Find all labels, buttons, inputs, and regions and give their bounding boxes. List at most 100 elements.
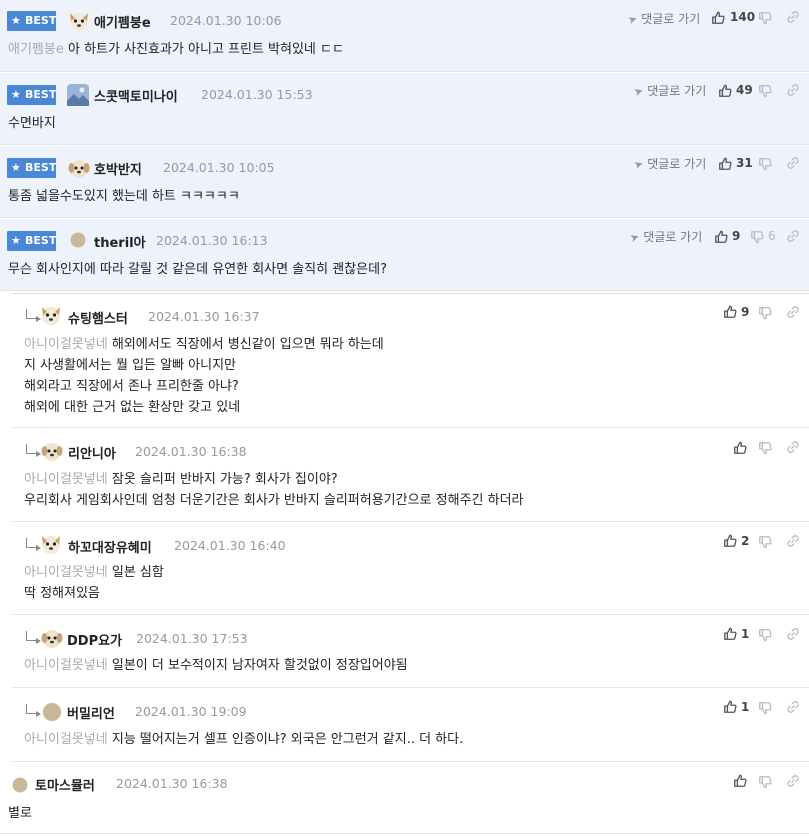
thumb-down-icon[interactable] xyxy=(758,441,772,455)
link-icon[interactable] xyxy=(786,774,800,788)
goto-comment-link[interactable]: ➤ 댓글로 가기 xyxy=(628,228,702,246)
thumb-down-icon[interactable] xyxy=(758,157,772,171)
thumb-up-icon[interactable] xyxy=(718,84,732,98)
comment-nickname[interactable]: theril아 xyxy=(94,232,146,251)
comment-nickname[interactable]: 슈팅햄스터 xyxy=(68,308,128,327)
thumb-down-icon[interactable] xyxy=(758,84,772,98)
comment-nickname[interactable]: 버밀리언 xyxy=(67,703,115,722)
star-icon: ★ xyxy=(11,234,21,247)
star-icon: ★ xyxy=(11,161,21,174)
reply-arrow-icon xyxy=(26,444,41,457)
comment-nickname[interactable]: 토마스뮬러 xyxy=(35,775,95,794)
star-icon: ★ xyxy=(11,88,21,101)
thumb-down-icon[interactable] xyxy=(758,775,772,789)
comment-line: 아니이걸못넣네 지능 떨어지는거 셀프 인증이냐? 외국은 안그런거 같지.. … xyxy=(24,732,464,747)
like-count: 31 xyxy=(736,156,753,170)
best-comment: ★ BEST 애기펨붕e 2024.01.30 10:06 ➤ 댓글로 가기 140… xyxy=(0,0,809,72)
goto-comment-link[interactable]: ➤ 댓글로 가기 xyxy=(632,82,706,99)
avatar[interactable] xyxy=(40,626,64,650)
best-badge: ★ BEST xyxy=(7,11,56,31)
thumb-up-icon[interactable] xyxy=(723,700,737,714)
reply-comment: 하꼬대장유혜미 2024.01.30 16:40 2 아니이걸못넣네 일본 심함… xyxy=(12,523,809,615)
divider xyxy=(0,833,809,834)
link-icon[interactable] xyxy=(786,83,800,97)
link-icon[interactable] xyxy=(786,700,800,714)
thumb-up-icon[interactable] xyxy=(733,441,747,455)
link-icon[interactable] xyxy=(786,534,800,548)
link-icon[interactable] xyxy=(786,627,800,641)
comment-line: 아니이걸못넣네 일본이 더 보수적이지 남자여자 할것없이 정장입어야됨 xyxy=(24,658,408,673)
comment-nickname[interactable]: 하꼬대장유혜미 xyxy=(68,537,152,556)
comment-content: 애기펨붕e 아 하트가 사진효과가 아니고 프린트 박혀있네 ㄷㄷ xyxy=(8,42,344,57)
reply-comment: DDP요가 2024.01.30 17:53 1 아니이걸못넣네 일본이 더 보… xyxy=(12,616,809,688)
link-icon[interactable] xyxy=(786,440,800,454)
comment-content: 아니이걸못넣네 해외에서도 직장에서 병신같이 입으면 뭐라 하는데 지 사생활… xyxy=(24,334,384,418)
mention[interactable]: 아니이걸못넣네 xyxy=(24,337,108,352)
comment-content: 수면바지 xyxy=(8,116,56,131)
comment-time: 2024.01.30 10:05 xyxy=(163,160,275,175)
comment-nickname[interactable]: 스콧맥토미나이 xyxy=(94,86,178,105)
goto-comment-link[interactable]: ➤ 댓글로 가기 xyxy=(626,10,700,27)
best-comment: ★ BEST 호박반지 2024.01.30 10:05 ➤ 댓글로 가기 31 통… xyxy=(0,146,809,218)
thumb-down-icon[interactable] xyxy=(750,230,764,244)
goto-comment-link[interactable]: ➤ 댓글로 가기 xyxy=(632,155,706,172)
avatar[interactable] xyxy=(69,231,87,249)
reply-comment: 슈팅햄스터 2024.01.30 16:37 9 아니이걸못넣네 해외에서도 직… xyxy=(12,294,809,428)
like-count: 9 xyxy=(732,229,741,243)
reply-comment: 버밀리언 2024.01.30 19:09 1 아니이걸못넣네 지능 떨어지는거… xyxy=(12,689,809,762)
avatar[interactable] xyxy=(40,439,64,463)
thumb-up-icon[interactable] xyxy=(714,230,728,244)
reply-comment: 리안니아 2024.01.30 16:38 아니이걸못넣네 잠옷 슬리퍼 반바지… xyxy=(12,429,809,522)
comment-nickname[interactable]: 리안니아 xyxy=(68,443,116,462)
avatar[interactable] xyxy=(11,776,29,794)
comment-line: 해외라고 직장에서 존나 프리한줄 아냐? xyxy=(24,379,239,394)
thumb-up-icon[interactable] xyxy=(723,627,737,641)
avatar[interactable] xyxy=(67,156,91,180)
thumb-down-icon[interactable] xyxy=(758,701,772,715)
comment-content: 아니이걸못넣네 지능 떨어지는거 셀프 인증이냐? 외국은 안그런거 같지.. … xyxy=(24,729,463,750)
comment-line: 지 사생활에서는 뭘 입든 알빠 아니지만 xyxy=(24,358,237,373)
link-icon[interactable] xyxy=(786,229,800,243)
thumb-down-icon[interactable] xyxy=(758,535,772,549)
reply-arrow-icon xyxy=(26,538,41,551)
thumb-up-icon[interactable] xyxy=(711,11,725,25)
thumb-up-icon[interactable] xyxy=(718,157,732,171)
comment-time: 2024.01.30 19:09 xyxy=(135,704,247,719)
comment-line: 아니이걸못넣네 해외에서도 직장에서 병신같이 입으면 뭐라 하는데 xyxy=(24,337,384,352)
mention[interactable]: 아니이걸못넣네 xyxy=(24,565,108,580)
send-arrow-icon: ➤ xyxy=(628,229,642,246)
mention[interactable]: 애기펨붕e xyxy=(8,42,64,57)
comment-time: 2024.01.30 17:53 xyxy=(136,631,248,646)
link-icon[interactable] xyxy=(786,156,800,170)
avatar[interactable] xyxy=(67,9,91,33)
thumb-down-icon[interactable] xyxy=(758,11,772,25)
mention[interactable]: 아니이걸못넣네 xyxy=(24,472,108,487)
avatar[interactable] xyxy=(39,303,63,327)
thumb-up-icon[interactable] xyxy=(723,534,737,548)
thumb-up-icon[interactable] xyxy=(733,774,747,788)
comment-time: 2024.01.30 16:38 xyxy=(135,444,247,459)
dislike-count: 6 xyxy=(768,229,776,243)
like-count: 49 xyxy=(736,83,753,97)
best-badge: ★ BEST xyxy=(7,231,56,251)
comment-content: 무슨 회사인지에 따라 갈릴 것 같은데 유연한 회사면 솔직히 괜찮은데? xyxy=(8,262,387,277)
mention[interactable]: 아니이걸못넣네 xyxy=(24,732,108,747)
thumb-down-icon[interactable] xyxy=(758,306,772,320)
comment-nickname[interactable]: 호박반지 xyxy=(94,159,142,178)
comment-line: 해외에 대한 근거 없는 환상만 갖고 있네 xyxy=(24,400,241,415)
link-icon[interactable] xyxy=(786,10,800,24)
comment-time: 2024.01.30 16:40 xyxy=(174,538,286,553)
thumb-down-icon[interactable] xyxy=(758,628,772,642)
thumb-up-icon[interactable] xyxy=(723,305,737,319)
star-icon: ★ xyxy=(11,14,21,27)
comment-nickname[interactable]: 애기펨붕e xyxy=(94,12,151,31)
avatar[interactable] xyxy=(66,83,90,107)
comment-line: 아니이걸못넣네 일본 심함 xyxy=(24,565,164,580)
like-count: 2 xyxy=(741,534,750,548)
comment-time: 2024.01.30 16:37 xyxy=(148,309,260,324)
mention[interactable]: 아니이걸못넣네 xyxy=(24,658,108,673)
avatar[interactable] xyxy=(41,701,63,723)
avatar[interactable] xyxy=(39,532,63,556)
link-icon[interactable] xyxy=(786,305,800,319)
comment-nickname[interactable]: DDP요가 xyxy=(67,630,122,649)
